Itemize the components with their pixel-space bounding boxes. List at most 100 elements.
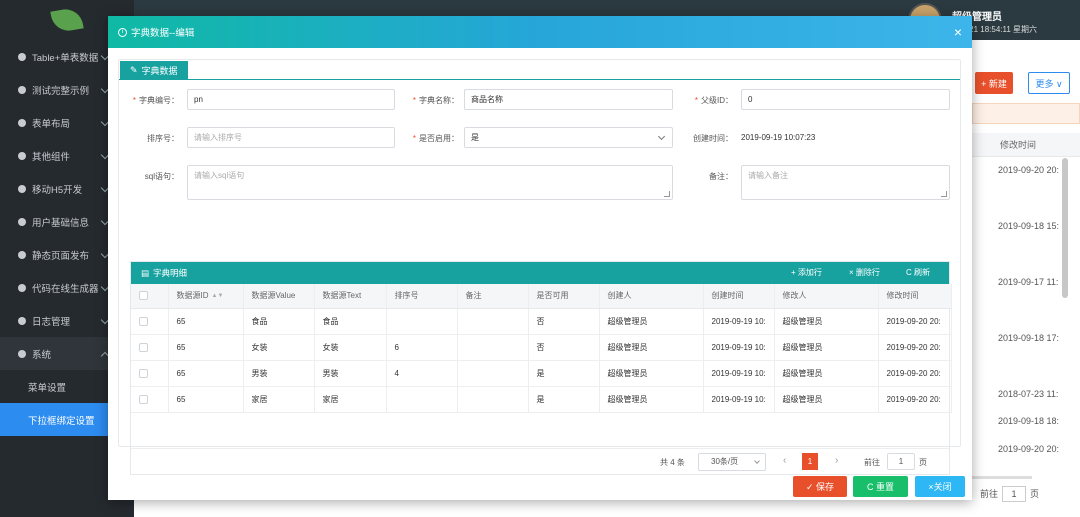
table-cell[interactable]: 2019-09-20 20: bbox=[878, 360, 952, 387]
row-select-cell[interactable] bbox=[131, 334, 169, 361]
table-cell[interactable]: 食品 bbox=[314, 308, 387, 335]
more-button[interactable]: 更多 ∨ bbox=[1028, 72, 1070, 94]
scrollbar[interactable] bbox=[1062, 158, 1068, 298]
table-cell[interactable]: 超级管理员 bbox=[599, 360, 704, 387]
created-value: 2019-09-19 10:07:23 bbox=[741, 133, 816, 142]
table-cell[interactable]: 超级管理员 bbox=[774, 308, 879, 335]
table-cell[interactable] bbox=[386, 308, 458, 335]
table-cell[interactable]: 2019-09-19 10: bbox=[703, 360, 775, 387]
pagination-total: 共 4 条 bbox=[660, 458, 685, 467]
row-select-cell[interactable] bbox=[131, 386, 169, 413]
sql-textarea[interactable]: 请输入sql语句 bbox=[187, 165, 673, 200]
table-cell[interactable]: 4 bbox=[386, 360, 458, 387]
sort-input[interactable]: 请输入排序号 bbox=[187, 127, 395, 148]
table-row[interactable]: 65 女装 女装 6 否 超级管理员 2019-09-19 10: 超级管理员 … bbox=[131, 334, 952, 361]
bg-pager-input[interactable]: 1 bbox=[1002, 486, 1027, 502]
bg-pager-word: 页 bbox=[1030, 489, 1040, 499]
page-size-select[interactable]: 30条/页 bbox=[698, 453, 766, 471]
table-cell[interactable]: 2019-09-20 20: bbox=[878, 386, 952, 413]
sidebar-item-label: 其他组件 bbox=[32, 151, 71, 163]
table-cell[interactable]: 2019-09-19 10: bbox=[703, 334, 775, 361]
parent-id-label-text: 父级ID： bbox=[701, 96, 733, 105]
bg-table-cell: 2018-07-23 11: bbox=[998, 389, 1059, 399]
page-number-button[interactable]: 1 bbox=[802, 453, 818, 470]
table-cell[interactable]: 超级管理员 bbox=[774, 386, 879, 413]
created-label: 创建时间： bbox=[693, 134, 733, 143]
table-cell[interactable]: 是 bbox=[528, 386, 600, 413]
save-button[interactable]: ✓ 保存 bbox=[793, 476, 847, 497]
table-cell[interactable] bbox=[457, 360, 529, 387]
page-size-value: 30条/页 bbox=[711, 457, 739, 466]
next-page-button[interactable]: › bbox=[835, 455, 838, 466]
delete-row-button[interactable]: × 删除行 bbox=[849, 267, 880, 278]
table-cell[interactable]: 2019-09-19 10: bbox=[703, 308, 775, 335]
select-all-cell[interactable] bbox=[131, 284, 169, 309]
parent-id-input[interactable]: 0 bbox=[741, 89, 950, 110]
table-cell[interactable]: 2019-09-20 20: bbox=[878, 308, 952, 335]
table-cell[interactable]: 65 bbox=[168, 360, 244, 387]
table-row[interactable]: 65 食品 食品 否 超级管理员 2019-09-19 10: 超级管理员 20… bbox=[131, 308, 952, 335]
sidebar-item-label: 日志管理 bbox=[32, 316, 71, 328]
table-cell[interactable] bbox=[457, 308, 529, 335]
row-select-cell[interactable] bbox=[131, 308, 169, 335]
table-cell[interactable] bbox=[457, 334, 529, 361]
table-cell[interactable]: 65 bbox=[168, 308, 244, 335]
table-cell[interactable]: 否 bbox=[528, 334, 600, 361]
code-input[interactable]: pn bbox=[187, 89, 395, 110]
table-cell[interactable]: 男装 bbox=[243, 360, 315, 387]
table-cell[interactable]: 2019-09-19 10: bbox=[703, 386, 775, 413]
checkbox[interactable] bbox=[139, 394, 148, 404]
checkbox[interactable] bbox=[139, 368, 148, 378]
menu-dot-icon bbox=[18, 184, 26, 193]
remark-placeholder: 请输入备注 bbox=[748, 171, 788, 180]
bg-table-cell: 2019-09-18 17: bbox=[998, 333, 1060, 343]
table-cell[interactable]: 超级管理员 bbox=[774, 360, 879, 387]
table-cell[interactable]: 食品 bbox=[243, 308, 315, 335]
remark-textarea[interactable]: 请输入备注 bbox=[741, 165, 950, 200]
table-row[interactable]: 65 家居 家居 是 超级管理员 2019-09-19 10: 超级管理员 20… bbox=[131, 386, 952, 413]
name-label: * 字典名称： bbox=[407, 95, 459, 106]
parent-id-label: * 父级ID： bbox=[685, 95, 733, 106]
table-row[interactable]: 65 男装 男装 4 是 超级管理员 2019-09-19 10: 超级管理员 … bbox=[131, 360, 952, 387]
form-panel: ✎ 字典数据 * 字典编号： pn * 字典名称： 商品名称 * 父级ID： 0 排序号… bbox=[118, 59, 961, 475]
table-cell[interactable]: 家居 bbox=[243, 386, 315, 413]
column-header[interactable]: 数据源ID ▲▼ bbox=[168, 284, 244, 309]
sort-icon[interactable]: ▲▼ bbox=[212, 293, 224, 299]
table-cell[interactable]: 女装 bbox=[314, 334, 387, 361]
pagination: 共 4 条 30条/页 ‹ 1 › 前往 1 页 bbox=[131, 448, 949, 474]
table-cell[interactable]: 2019-09-20 20: bbox=[878, 334, 952, 361]
table-cell[interactable]: 超级管理员 bbox=[599, 334, 704, 361]
required-mark: * bbox=[412, 96, 416, 105]
prev-page-button[interactable]: ‹ bbox=[783, 455, 786, 466]
resize-handle[interactable] bbox=[941, 191, 947, 197]
table-cell[interactable]: 超级管理员 bbox=[599, 308, 704, 335]
table-cell[interactable]: 65 bbox=[168, 334, 244, 361]
resize-handle[interactable] bbox=[664, 191, 670, 197]
table-cell[interactable]: 65 bbox=[168, 386, 244, 413]
close-icon[interactable]: × bbox=[954, 24, 962, 40]
table-cell[interactable]: 6 bbox=[386, 334, 458, 361]
table-cell[interactable]: 女装 bbox=[243, 334, 315, 361]
add-row-button[interactable]: + 添加行 bbox=[791, 267, 822, 278]
table-cell[interactable]: 男装 bbox=[314, 360, 387, 387]
new-button[interactable]: + 新建 bbox=[975, 72, 1013, 94]
reset-button[interactable]: C 重置 bbox=[853, 476, 908, 497]
menu-dot-icon bbox=[18, 349, 26, 358]
table-cell[interactable]: 超级管理员 bbox=[599, 386, 704, 413]
table-cell[interactable] bbox=[386, 386, 458, 413]
enable-select[interactable]: 是 bbox=[464, 127, 673, 148]
checkbox[interactable] bbox=[139, 316, 148, 326]
row-select-cell[interactable] bbox=[131, 360, 169, 387]
close-button[interactable]: ×关闭 bbox=[915, 476, 965, 497]
checkbox[interactable] bbox=[139, 342, 148, 352]
name-input[interactable]: 商品名称 bbox=[464, 89, 673, 110]
goto-page-input[interactable]: 1 bbox=[887, 453, 915, 470]
table-cell[interactable]: 是 bbox=[528, 360, 600, 387]
table-cell[interactable]: 超级管理员 bbox=[774, 334, 879, 361]
checkbox[interactable] bbox=[139, 291, 148, 301]
table-cell[interactable] bbox=[457, 386, 529, 413]
table-cell[interactable]: 否 bbox=[528, 308, 600, 335]
table-cell[interactable]: 家居 bbox=[314, 386, 387, 413]
chevron-down-icon bbox=[754, 458, 760, 464]
refresh-button[interactable]: C 刷新 bbox=[906, 267, 930, 278]
